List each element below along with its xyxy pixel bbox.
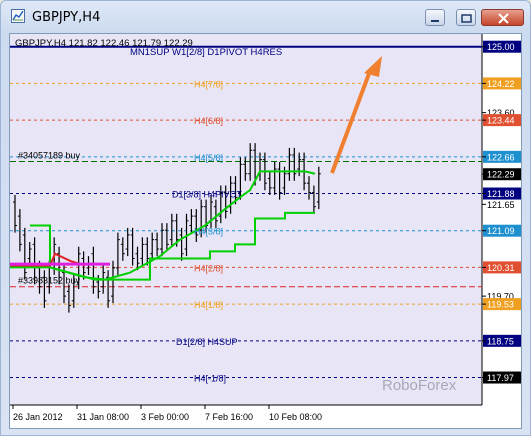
close-button[interactable] bbox=[481, 9, 524, 26]
level-h4-2-8-label: H4[2/8] bbox=[194, 263, 223, 273]
time-label: 3 Feb 00:00 bbox=[141, 412, 189, 422]
time-label: 26 Jan 2012 bbox=[13, 412, 63, 422]
price-label-121.65: 121.65 bbox=[487, 200, 515, 210]
price-label-123.44: 123.44 bbox=[487, 116, 515, 126]
level-d1-2-8-label: D1[2/8] H4SUP bbox=[176, 337, 238, 347]
price-chart[interactable]: H4[7/8] H4[6/8] H4[5/8] D1[3/8] H4PIVOT H4[3… bbox=[10, 34, 521, 428]
minimize-icon bbox=[431, 20, 439, 22]
price-label-120.31: 120.31 bbox=[487, 263, 515, 273]
price-label-121.88: 121.88 bbox=[487, 189, 515, 199]
price-label-122.66: 122.66 bbox=[487, 152, 515, 162]
restore-button[interactable] bbox=[456, 9, 476, 26]
price-label-124.22: 124.22 bbox=[487, 79, 515, 89]
time-label: 10 Feb 08:00 bbox=[269, 412, 322, 422]
level-h4-3-8-label: H4[3/8] bbox=[194, 227, 223, 237]
level-h4-5-8-label: H4[5/8] bbox=[194, 153, 223, 163]
price-label-118.75: 118.75 bbox=[487, 336, 514, 346]
window-title: GBPJPY,H4 bbox=[32, 10, 101, 25]
price-label-119.53: 119.53 bbox=[487, 300, 514, 310]
level-d1-3-8-label: D1[3/8] H4PIVOT bbox=[172, 190, 243, 200]
plot-background bbox=[10, 34, 482, 405]
chart-area[interactable]: H4[7/8] H4[6/8] H4[5/8] D1[3/8] H4PIVOT H4[3… bbox=[9, 33, 522, 429]
time-label: 7 Feb 16:00 bbox=[205, 412, 253, 422]
top-level-label: MN1SUP W1[2/8] D1PIVOT H4RES bbox=[130, 47, 282, 58]
chart-window: GBPJPY,H4 H4[7/8] H4[6/8] H4[5/8] D1[3/8] H… bbox=[0, 0, 531, 436]
close-icon bbox=[498, 13, 509, 24]
price-label-117.97: 117.97 bbox=[487, 373, 514, 383]
price-label-122.29: 122.29 bbox=[487, 170, 515, 180]
watermark: RoboForex bbox=[382, 377, 457, 394]
level-h4-6-8-label: H4[6/8] bbox=[194, 116, 223, 126]
title-bar[interactable]: GBPJPY,H4 bbox=[1, 1, 530, 33]
price-label-121.09: 121.09 bbox=[487, 226, 515, 236]
minimize-button[interactable] bbox=[425, 9, 445, 26]
order-buy-33983-label: #33983152 buy bbox=[18, 276, 81, 286]
level-h4-1-8-label: H4[1/8] bbox=[194, 300, 223, 310]
level-h4-7-8-label: H4[7/8] bbox=[194, 79, 223, 89]
restore-icon bbox=[461, 14, 472, 23]
price-label-125.00: 125.00 bbox=[487, 42, 515, 52]
chart-window-icon bbox=[11, 9, 25, 23]
order-buy-34057189-label: #34057189 buy bbox=[18, 151, 81, 161]
time-label: 31 Jan 08:00 bbox=[77, 412, 129, 422]
level-h4-m1-8-label: H4[-1/8] bbox=[194, 374, 226, 384]
